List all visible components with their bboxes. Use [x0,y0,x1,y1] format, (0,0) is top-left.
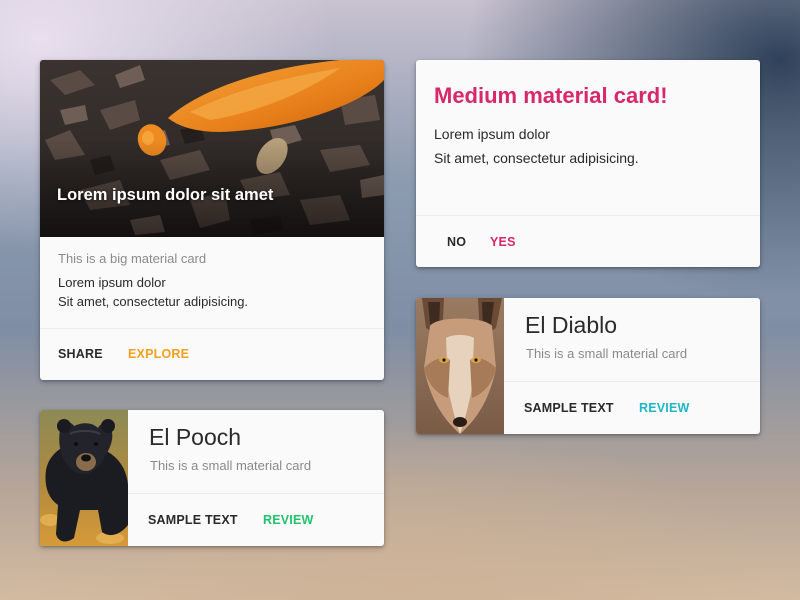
card-subtitle: This is a small material card [150,458,312,473]
divider [128,493,384,494]
share-button[interactable]: SHARE [58,347,103,361]
divider [504,381,760,382]
hero-title: Lorem ipsum dolor sit amet [57,186,274,204]
card-body-line: Lorem ipsum dolor [434,126,550,142]
card-body-line: Lorem ipsum dolor [58,275,166,290]
review-button[interactable]: REVIEW [639,401,690,415]
card-body-line: Sit amet, consectetur adipisicing. [434,150,639,166]
sample-text-button[interactable]: SAMPLE TEXT [148,513,238,527]
explore-button[interactable]: EXPLORE [128,347,189,361]
small-material-card-el-diablo: El Diablo This is a small material card … [416,298,760,434]
card-subtitle: This is a small material card [526,346,688,361]
medium-material-card: Medium material card! Lorem ipsum dolor … [416,60,760,267]
divider [40,328,384,329]
balloon-hero-image: Lorem ipsum dolor sit amet [40,60,384,237]
card-body-line: Sit amet, consectetur adipisicing. [58,294,249,309]
card-title: El Pooch [149,424,242,450]
review-button[interactable]: REVIEW [263,513,314,527]
card-title: El Diablo [525,312,618,338]
small-material-card-el-pooch: El Pooch This is a small material card S… [40,410,384,546]
no-button[interactable]: NO [447,235,466,249]
black-bear-thumbnail [40,410,128,546]
sample-text-button[interactable]: SAMPLE TEXT [524,401,614,415]
card-title: Medium material card! [434,83,668,108]
big-material-card: Lorem ipsum dolor sit amet This is a big… [40,60,384,380]
divider [416,215,760,216]
card-subtitle: This is a big material card [58,251,207,266]
coyote-thumbnail [416,298,504,434]
yes-button[interactable]: YES [490,235,516,249]
